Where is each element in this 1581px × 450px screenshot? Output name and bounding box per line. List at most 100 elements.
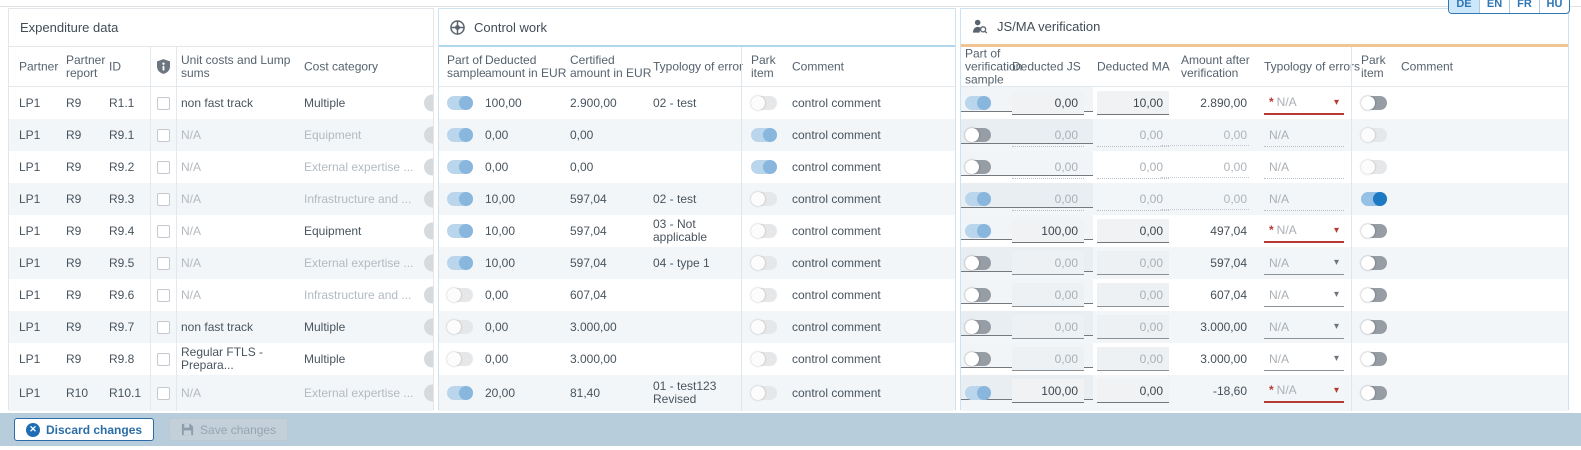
deducted-js-input[interactable] bbox=[1012, 155, 1084, 179]
deducted-js-input[interactable] bbox=[1012, 283, 1084, 307]
typology-of-errors-dropdown[interactable]: * N/A ▾ bbox=[1264, 315, 1344, 339]
part-of-sample-toggle[interactable] bbox=[447, 256, 473, 270]
park-item-toggle[interactable] bbox=[751, 352, 777, 366]
row-checkbox[interactable] bbox=[157, 353, 170, 366]
part-of-verification-sample-toggle[interactable] bbox=[965, 288, 991, 302]
amount-after-verification-cell: 497,04 bbox=[1161, 220, 1249, 242]
verification-park-item-toggle[interactable] bbox=[1361, 160, 1387, 174]
deducted-amount-cell: 20,00 bbox=[485, 375, 565, 411]
part-of-sample-toggle[interactable] bbox=[447, 96, 473, 110]
control-work-title: Control work bbox=[439, 9, 955, 47]
part-of-sample-toggle[interactable] bbox=[447, 192, 473, 206]
deducted-js-input[interactable] bbox=[1012, 219, 1084, 243]
park-item-toggle[interactable] bbox=[751, 160, 777, 174]
deducted-ma-input[interactable] bbox=[1097, 123, 1169, 147]
control-work-table-row: 0,00 0,00 control comment bbox=[439, 151, 955, 183]
part-of-sample-toggle[interactable] bbox=[447, 288, 473, 302]
deducted-js-input[interactable] bbox=[1012, 379, 1084, 403]
park-item-toggle[interactable] bbox=[751, 224, 777, 238]
discard-changes-button[interactable]: ✕ Discard changes bbox=[14, 418, 154, 441]
verification-park-item-toggle[interactable] bbox=[1361, 256, 1387, 270]
park-item-toggle[interactable] bbox=[751, 288, 777, 302]
deducted-ma-input[interactable] bbox=[1097, 251, 1169, 275]
typology-of-errors-dropdown[interactable]: * N/A ▾ bbox=[1264, 219, 1344, 243]
deducted-ma-input[interactable] bbox=[1097, 91, 1169, 115]
part-of-verification-sample-toggle[interactable] bbox=[965, 192, 991, 206]
col-partner: Partner bbox=[19, 60, 65, 73]
row-checkbox[interactable] bbox=[157, 257, 170, 270]
typology-of-errors-dropdown[interactable]: * N/A ▾ bbox=[1264, 283, 1344, 307]
part-of-sample-toggle[interactable] bbox=[447, 160, 473, 174]
park-item-toggle[interactable] bbox=[751, 386, 777, 400]
part-of-verification-sample-toggle[interactable] bbox=[965, 320, 991, 334]
row-checkbox[interactable] bbox=[157, 129, 170, 142]
typology-of-errors-dropdown[interactable]: * N/A ▾ bbox=[1264, 379, 1344, 403]
row-checkbox[interactable] bbox=[157, 161, 170, 174]
row-checkbox[interactable] bbox=[157, 321, 170, 334]
part-of-verification-sample-toggle[interactable] bbox=[965, 128, 991, 142]
save-changes-button[interactable]: Save changes bbox=[169, 418, 288, 441]
park-item-toggle[interactable] bbox=[751, 192, 777, 206]
deducted-js-input[interactable] bbox=[1012, 187, 1084, 211]
verification-park-item-toggle[interactable] bbox=[1361, 386, 1387, 400]
deducted-js-input[interactable] bbox=[1012, 347, 1084, 371]
part-of-sample-toggle[interactable] bbox=[447, 320, 473, 334]
verification-park-item-toggle[interactable] bbox=[1361, 192, 1387, 206]
part-of-verification-sample-toggle[interactable] bbox=[965, 386, 991, 400]
deducted-ma-input[interactable] bbox=[1097, 379, 1169, 403]
deducted-ma-input[interactable] bbox=[1097, 283, 1169, 307]
row-checkbox[interactable] bbox=[157, 387, 170, 400]
deducted-js-input[interactable] bbox=[1012, 251, 1084, 275]
park-item-toggle[interactable] bbox=[751, 96, 777, 110]
typology-of-errors-dropdown[interactable]: * N/A ▾ bbox=[1264, 347, 1344, 371]
language-tab-fr[interactable]: FR bbox=[1509, 0, 1539, 13]
cost-category-cell: Infrastructure and ... bbox=[304, 183, 426, 215]
verification-park-item-toggle[interactable] bbox=[1361, 224, 1387, 238]
language-tab-hu[interactable]: HU bbox=[1539, 0, 1569, 13]
deducted-ma-input[interactable] bbox=[1097, 347, 1169, 371]
row-checkbox[interactable] bbox=[157, 289, 170, 302]
row-checkbox[interactable] bbox=[157, 97, 170, 110]
part-of-verification-sample-toggle[interactable] bbox=[965, 160, 991, 174]
typology-of-errors-dropdown[interactable]: * N/A ▾ bbox=[1264, 123, 1344, 147]
language-tab-de[interactable]: DE bbox=[1449, 0, 1479, 13]
part-of-sample-toggle[interactable] bbox=[447, 386, 473, 400]
part-of-verification-sample-toggle[interactable] bbox=[965, 352, 991, 366]
verification-park-item-toggle[interactable] bbox=[1361, 320, 1387, 334]
certified-amount-cell: 0,00 bbox=[570, 151, 650, 183]
part-of-sample-toggle[interactable] bbox=[447, 128, 473, 142]
part-of-sample-toggle[interactable] bbox=[447, 352, 473, 366]
typology-of-errors-dropdown[interactable]: * N/A ▾ bbox=[1264, 155, 1344, 179]
park-item-cell bbox=[741, 87, 791, 119]
row-checkbox[interactable] bbox=[157, 193, 170, 206]
verification-park-item-toggle[interactable] bbox=[1361, 288, 1387, 302]
typology-of-errors-dropdown[interactable]: * N/A ▾ bbox=[1264, 187, 1344, 211]
park-item-toggle[interactable] bbox=[751, 256, 777, 270]
expenditure-table-row: LP1 R10 R10.1 N/A External expertise ... bbox=[9, 375, 433, 411]
part-of-verification-sample-toggle[interactable] bbox=[965, 96, 991, 110]
typology-of-errors-dropdown[interactable]: * N/A ▾ bbox=[1264, 251, 1344, 275]
verification-park-item-toggle[interactable] bbox=[1361, 96, 1387, 110]
park-item-toggle[interactable] bbox=[751, 128, 777, 142]
deducted-ma-input[interactable] bbox=[1097, 219, 1169, 243]
typology-of-errors-dropdown[interactable]: * N/A ▾ bbox=[1264, 91, 1344, 115]
verification-park-item-toggle[interactable] bbox=[1361, 352, 1387, 366]
part-of-verification-sample-toggle[interactable] bbox=[965, 256, 991, 270]
park-item-toggle[interactable] bbox=[751, 320, 777, 334]
chevron-down-icon: ▾ bbox=[1334, 385, 1339, 396]
deducted-ma-input[interactable] bbox=[1097, 155, 1169, 179]
row-checkbox[interactable] bbox=[157, 225, 170, 238]
language-tab-en[interactable]: EN bbox=[1479, 0, 1509, 13]
deducted-ma-input[interactable] bbox=[1097, 315, 1169, 339]
verification-park-item-toggle[interactable] bbox=[1361, 128, 1387, 142]
unit-costs-cell: N/A bbox=[181, 375, 301, 411]
partner-cell: LP1 bbox=[19, 151, 65, 183]
part-of-verification-sample-toggle[interactable] bbox=[965, 224, 991, 238]
deducted-ma-input[interactable] bbox=[1097, 187, 1169, 211]
shield-info-icon bbox=[157, 59, 170, 74]
part-of-sample-toggle[interactable] bbox=[447, 224, 473, 238]
deducted-js-input[interactable] bbox=[1012, 91, 1084, 115]
deducted-js-input[interactable] bbox=[1012, 123, 1084, 147]
deducted-js-input[interactable] bbox=[1012, 315, 1084, 339]
certified-amount-cell: 0,00 bbox=[570, 119, 650, 151]
